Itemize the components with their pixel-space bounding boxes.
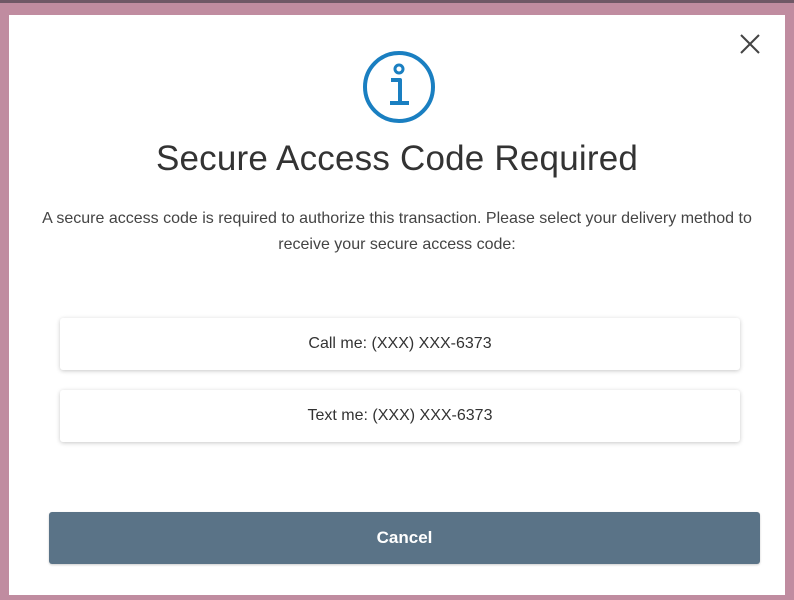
secure-access-dialog: Secure Access Code Required A secure acc… — [9, 15, 785, 595]
cancel-button[interactable]: Cancel — [49, 512, 760, 564]
text-me-button[interactable]: Text me: (XXX) XXX-6373 — [60, 390, 740, 442]
modal-backdrop: Secure Access Code Required A secure acc… — [0, 0, 794, 600]
close-icon — [740, 34, 760, 54]
info-icon — [361, 49, 437, 125]
call-me-button[interactable]: Call me: (XXX) XXX-6373 — [60, 318, 740, 370]
dialog-description: A secure access code is required to auth… — [42, 210, 752, 253]
dialog-title: Secure Access Code Required — [155, 139, 639, 178]
close-button[interactable] — [737, 31, 763, 57]
